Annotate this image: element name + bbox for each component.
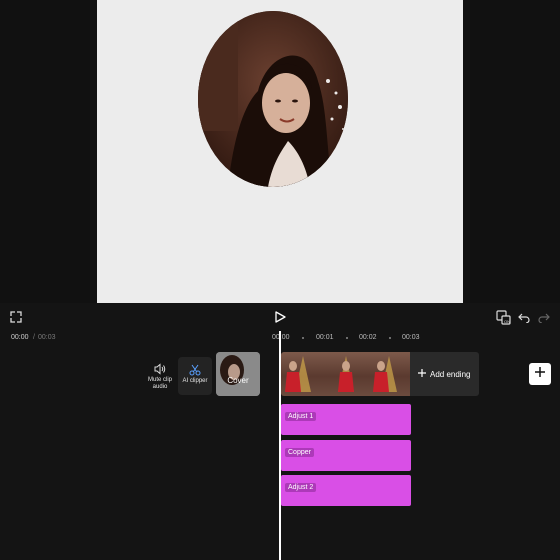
cover-thumbnail	[216, 352, 260, 396]
add-clip-button[interactable]	[529, 363, 551, 385]
ai-clipper-content: AI clipper	[178, 363, 212, 385]
add-ending-button[interactable]: Add ending	[410, 352, 479, 396]
effect-clip-adjust-2[interactable]: Adjust 2	[281, 475, 411, 506]
ai-clipper-label: AI clipper	[182, 378, 208, 384]
ruler-tick-dot	[346, 337, 348, 339]
video-preview-area	[0, 0, 560, 303]
cover-label: Cover	[227, 376, 249, 385]
mute-clip-audio-label: Mute clip audio	[147, 377, 172, 390]
preview-canvas[interactable]	[97, 0, 463, 303]
svg-text:ON: ON	[504, 319, 510, 324]
mute-clip-audio-button[interactable]: Mute clip audio	[145, 362, 175, 391]
effect-clip-adjust-1[interactable]: Adjust 1	[281, 404, 411, 435]
current-time: 00:00	[11, 334, 29, 341]
plus-icon	[534, 365, 546, 383]
video-track[interactable]: Add ending	[281, 352, 479, 396]
circular-photo-frame	[198, 11, 348, 187]
ruler-tick-label: 00:02	[359, 334, 377, 341]
plus-icon	[418, 369, 426, 379]
keyframe-toggle-icon[interactable]: ON	[496, 309, 512, 325]
ruler-tick-label: 00:01	[316, 334, 334, 341]
portrait-image	[198, 11, 348, 187]
effect-clip-label: Adjust 1	[285, 412, 317, 421]
playback-controls-bar: ON	[0, 303, 560, 331]
effect-clip-copper[interactable]: Copper	[281, 440, 411, 471]
ai-clipper-button[interactable]: AI clipper	[178, 357, 212, 395]
video-frame-thumbnail	[281, 352, 324, 396]
video-frame-thumbnail	[367, 352, 410, 396]
playhead[interactable]	[279, 331, 281, 560]
scissors-icon	[178, 363, 212, 377]
cover-button[interactable]: Cover	[216, 352, 260, 396]
effect-clip-label: Adjust 2	[285, 483, 317, 492]
add-ending-label: Add ending	[430, 369, 471, 379]
time-separator: /	[33, 334, 35, 341]
total-time: 00:03	[38, 334, 56, 341]
ruler-tick-dot	[302, 337, 304, 339]
play-icon[interactable]	[272, 309, 288, 325]
ruler-tick-label: 00:03	[402, 334, 420, 341]
video-frame-thumbnail	[324, 352, 367, 396]
fullscreen-icon[interactable]	[8, 309, 24, 325]
undo-icon[interactable]	[516, 309, 532, 325]
redo-icon[interactable]	[536, 309, 552, 325]
ruler-tick-dot	[389, 337, 391, 339]
effect-clip-label: Copper	[285, 448, 314, 457]
speaker-icon	[145, 362, 175, 376]
